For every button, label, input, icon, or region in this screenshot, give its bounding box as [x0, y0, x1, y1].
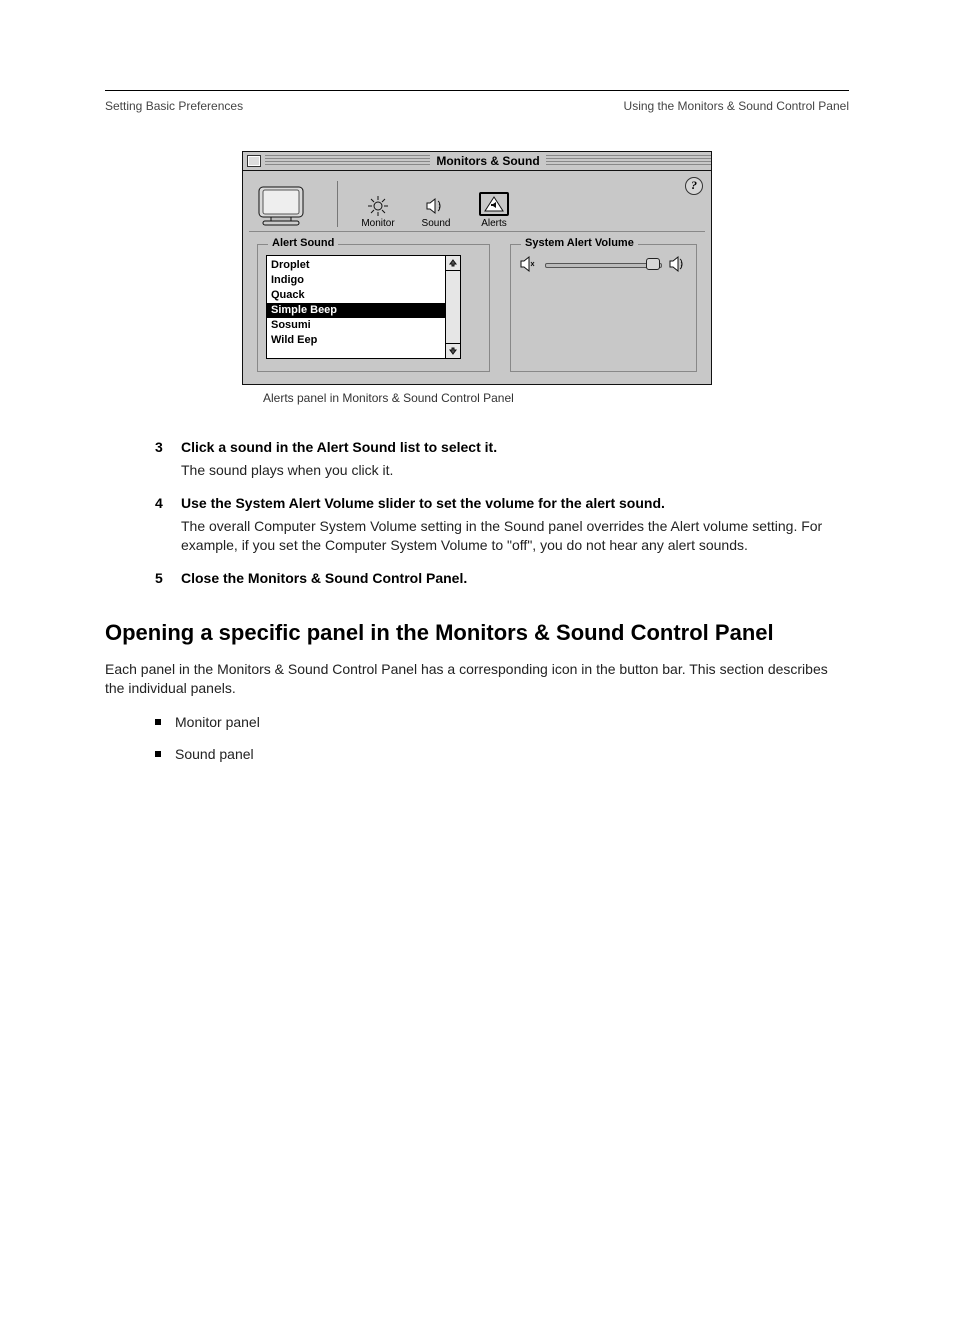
titlebar-stripes: [546, 155, 711, 167]
titlebar-stripes: [265, 155, 430, 167]
slider-track: [545, 263, 662, 268]
step-body: The sound plays when you click it.: [181, 461, 849, 481]
list-item[interactable]: Simple Beep: [267, 303, 445, 318]
window-titlebar[interactable]: Monitors & Sound: [243, 152, 711, 171]
section-bullets: Monitor panel Sound panel: [155, 713, 849, 764]
tab-monitor-label: Monitor: [361, 218, 394, 229]
window-body: Monitor Sound: [243, 171, 711, 384]
list-item[interactable]: Sosumi: [267, 318, 445, 333]
volume-slider[interactable]: [545, 257, 662, 271]
figure-caption: Alerts panel in Monitors & Sound Control…: [263, 391, 849, 405]
tab-alerts-label: Alerts: [481, 218, 507, 229]
step-title: Click a sound in the Alert Sound list to…: [181, 439, 497, 455]
list-item[interactable]: Droplet: [267, 258, 445, 273]
alert-sound-listbox[interactable]: Droplet Indigo Quack Simple Beep Sosumi …: [266, 255, 461, 359]
volume-row: [519, 255, 688, 273]
scroll-track[interactable]: [446, 271, 460, 343]
alert-volume-group: System Alert Volume: [510, 244, 697, 372]
arrow-up-icon: [449, 259, 457, 267]
step-head: 4 Use the System Alert Volume slider to …: [155, 495, 849, 511]
panels: Alert Sound Droplet Indigo Quack Simple …: [249, 244, 705, 372]
step-number: 5: [155, 570, 171, 586]
list-item[interactable]: Quack: [267, 288, 445, 303]
speaker-mute-icon: [519, 255, 539, 273]
step-head: 3 Click a sound in the Alert Sound list …: [155, 439, 849, 455]
page-top-rule: [105, 90, 849, 91]
tab-monitor[interactable]: Monitor: [354, 196, 402, 229]
window-title: Monitors & Sound: [430, 154, 545, 168]
slider-thumb[interactable]: [646, 258, 660, 270]
alert-speaker-icon: [479, 192, 509, 216]
brightness-icon: [365, 196, 391, 216]
scroll-up-button[interactable]: [446, 256, 460, 271]
step-head: 5 Close the Monitors & Sound Control Pan…: [155, 570, 849, 586]
step-title: Use the System Alert Volume slider to se…: [181, 495, 665, 511]
running-header: Setting Basic Preferences Using the Moni…: [105, 99, 849, 113]
monitors-sound-window: Monitors & Sound: [242, 151, 712, 385]
alert-sound-group: Alert Sound Droplet Indigo Quack Simple …: [257, 244, 490, 372]
section-intro: Each panel in the Monitors & Sound Contr…: [105, 660, 849, 699]
toolbar: Monitor Sound: [249, 177, 705, 232]
scrollbar[interactable]: [445, 256, 460, 358]
alert-sound-legend: Alert Sound: [268, 237, 338, 249]
list-item[interactable]: Indigo: [267, 273, 445, 288]
step-number: 4: [155, 495, 171, 511]
scroll-down-button[interactable]: [446, 343, 460, 358]
step-title: Close the Monitors & Sound Control Panel…: [181, 570, 467, 586]
step-body: The overall Computer System Volume setti…: [181, 517, 849, 556]
step-3: 3 Click a sound in the Alert Sound list …: [155, 439, 849, 481]
tab-sound[interactable]: Sound: [412, 196, 460, 229]
help-button[interactable]: ?: [685, 177, 703, 195]
section-heading: Opening a specific panel in the Monitors…: [105, 620, 849, 646]
arrow-down-icon: [449, 347, 457, 355]
step-4: 4 Use the System Alert Volume slider to …: [155, 495, 849, 556]
alert-sound-items: Droplet Indigo Quack Simple Beep Sosumi …: [267, 256, 445, 358]
bullet-item: Monitor panel: [155, 713, 849, 733]
header-left: Setting Basic Preferences: [105, 99, 243, 113]
header-right: Using the Monitors & Sound Control Panel: [624, 99, 849, 113]
close-box[interactable]: [247, 155, 261, 167]
speaker-loud-icon: [668, 255, 688, 273]
bullet-item: Sound panel: [155, 745, 849, 765]
step-5: 5 Close the Monitors & Sound Control Pan…: [155, 570, 849, 586]
alert-volume-legend: System Alert Volume: [521, 237, 638, 249]
list-item[interactable]: Wild Eep: [267, 333, 445, 348]
toolbar-divider: [337, 181, 338, 227]
tab-alerts[interactable]: Alerts: [470, 192, 518, 229]
monitor-thumbnail-icon: [253, 185, 317, 229]
speaker-loud-icon: [423, 196, 449, 216]
step-number: 3: [155, 439, 171, 455]
tab-sound-label: Sound: [422, 218, 451, 229]
